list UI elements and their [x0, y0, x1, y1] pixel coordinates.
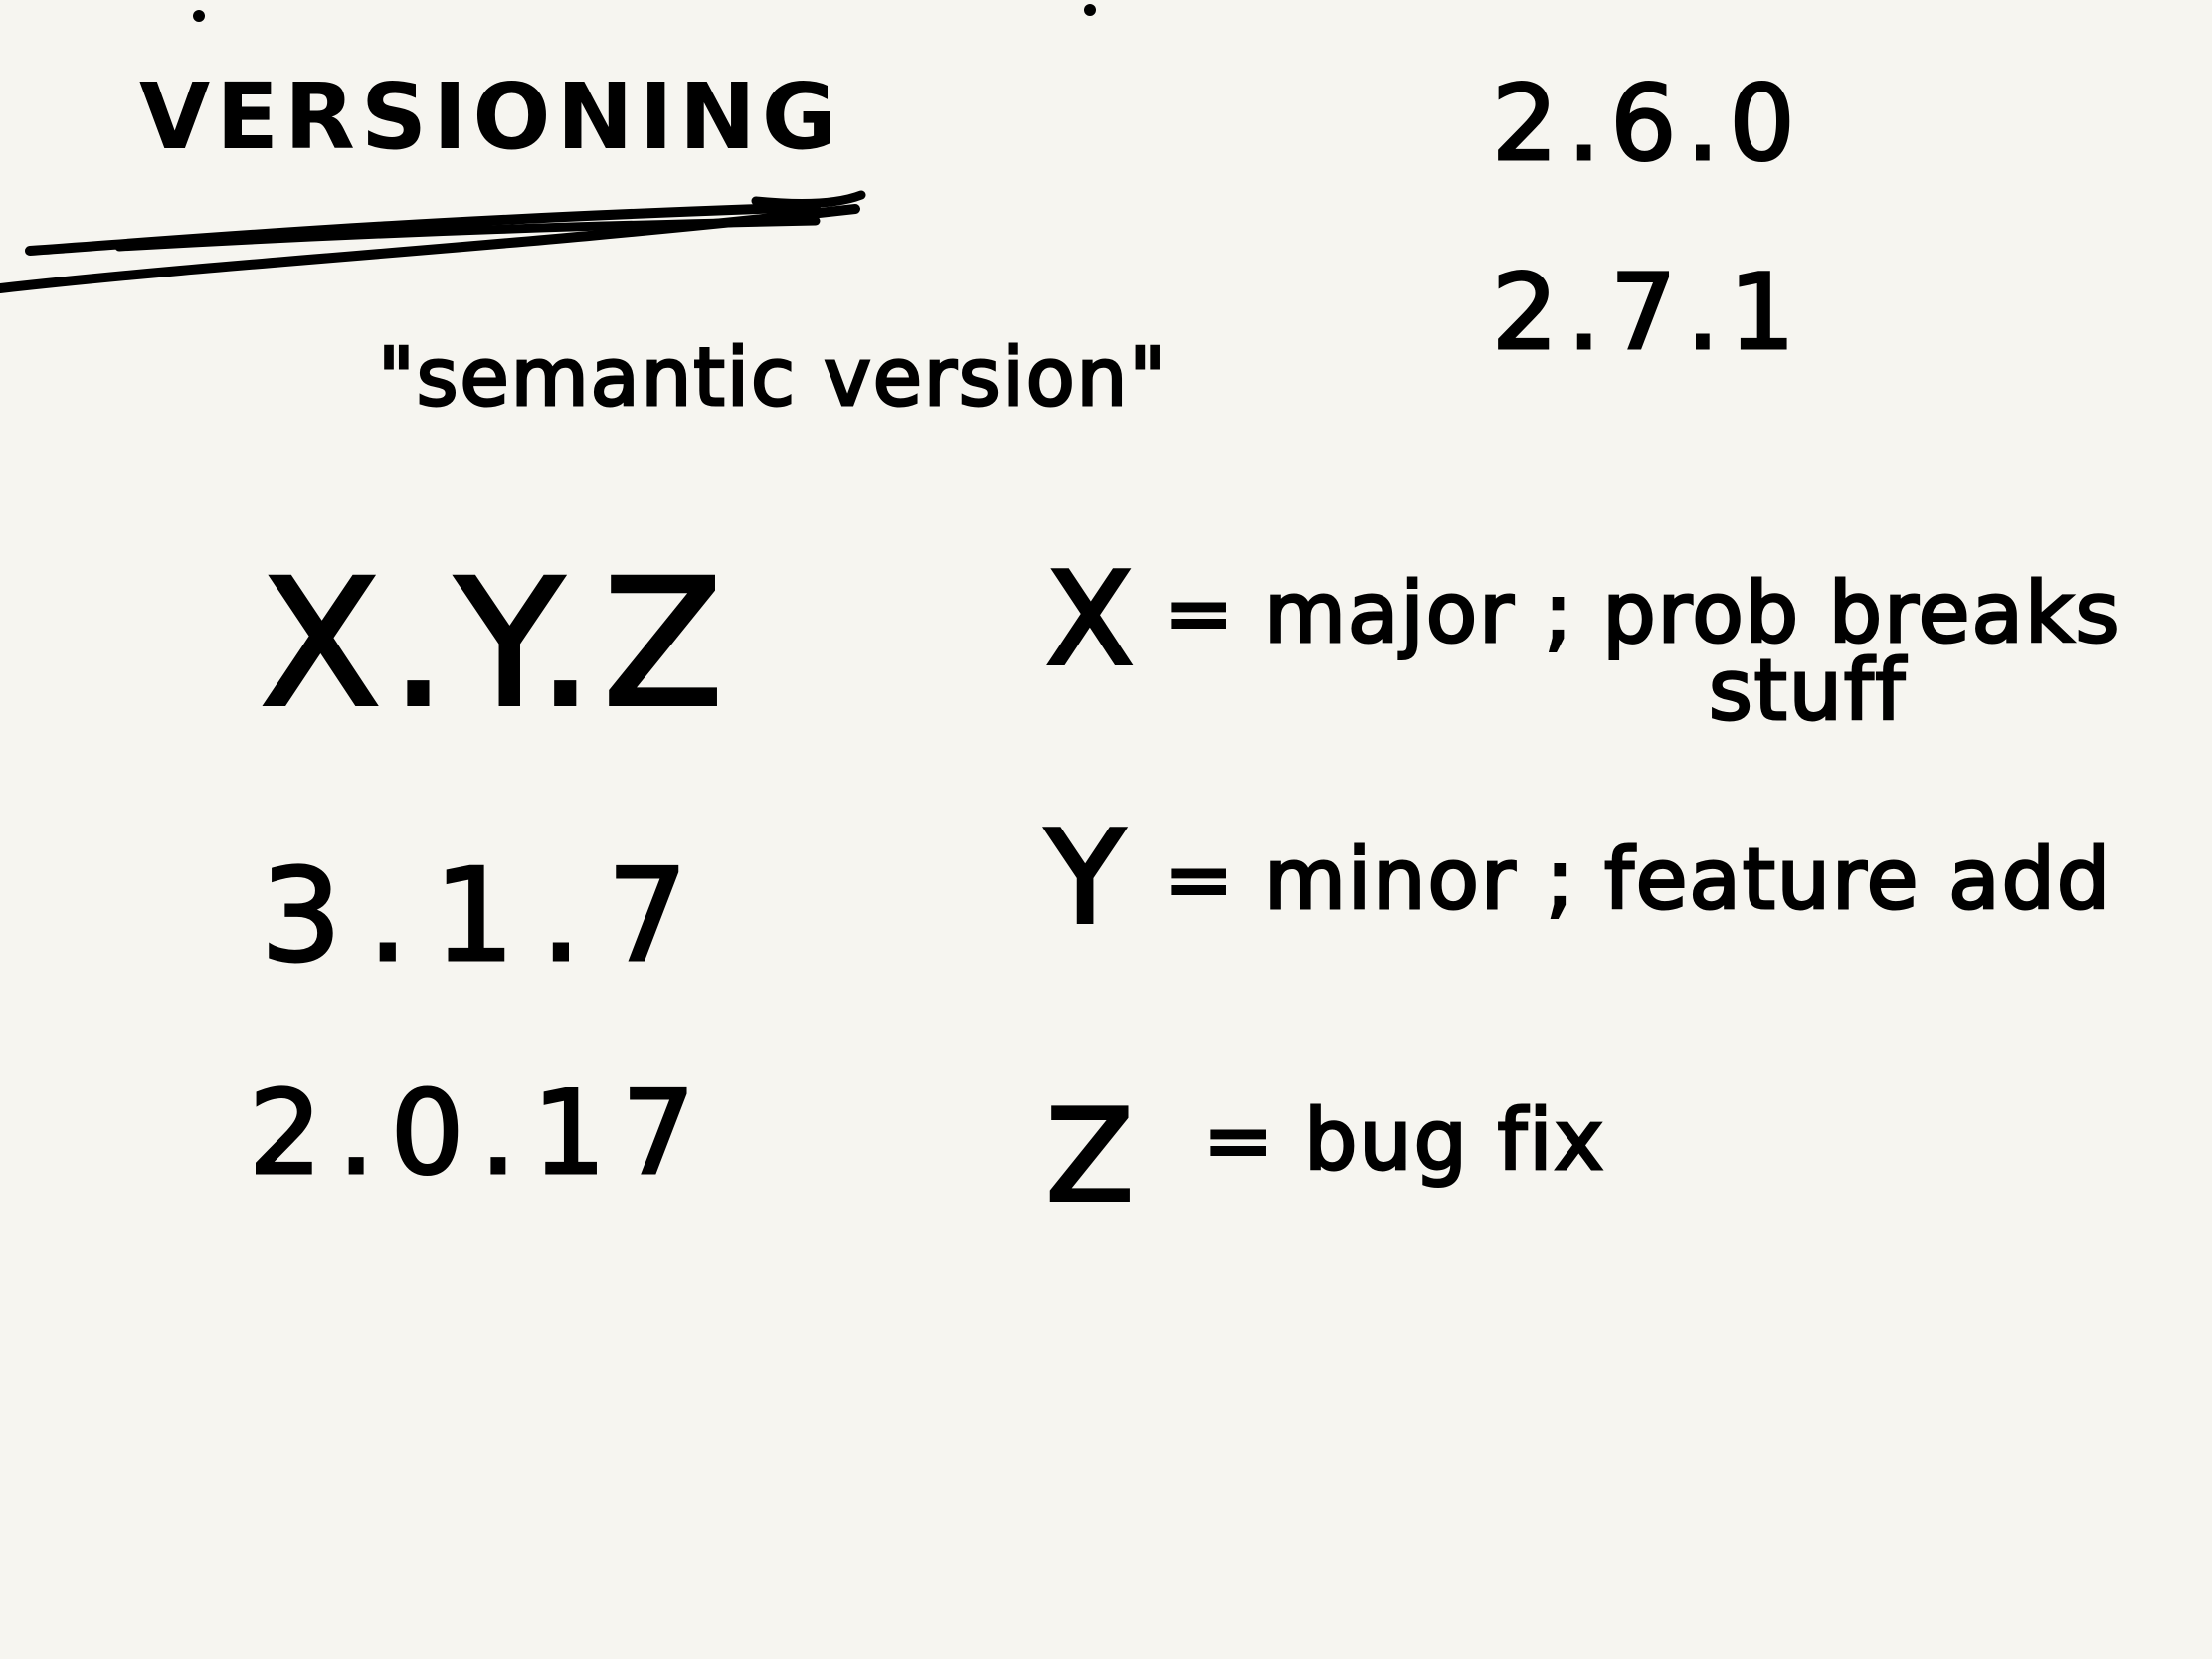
version-pattern: X.Y.Z: [259, 542, 733, 746]
definition-x-letter: X: [1044, 546, 1136, 694]
definition-y-text: = minor ; feature add: [1162, 830, 2113, 928]
definition-z-text: = bug fix: [1201, 1091, 1606, 1189]
definition-z-letter: Z: [1044, 1083, 1136, 1231]
definition-x-continued: stuff: [1707, 642, 1908, 739]
example-version-left-2: 2.0.17: [248, 1066, 711, 1200]
definition-y-letter: Y: [1044, 805, 1127, 953]
notes-subtitle: "semantic version": [376, 331, 1169, 424]
notes-title: VERSIONING: [139, 64, 843, 170]
definition-x-text: = major ; prob breaks: [1162, 564, 2121, 661]
handwritten-notes-canvas: VERSIONING "semantic version" 2.6.0 2.7.…: [0, 0, 2212, 1659]
example-version-top-1: 2.6.0: [1491, 63, 1805, 184]
example-version-top-2: 2.7.1: [1491, 252, 1805, 373]
example-version-left-1: 3.1.7: [260, 842, 714, 991]
